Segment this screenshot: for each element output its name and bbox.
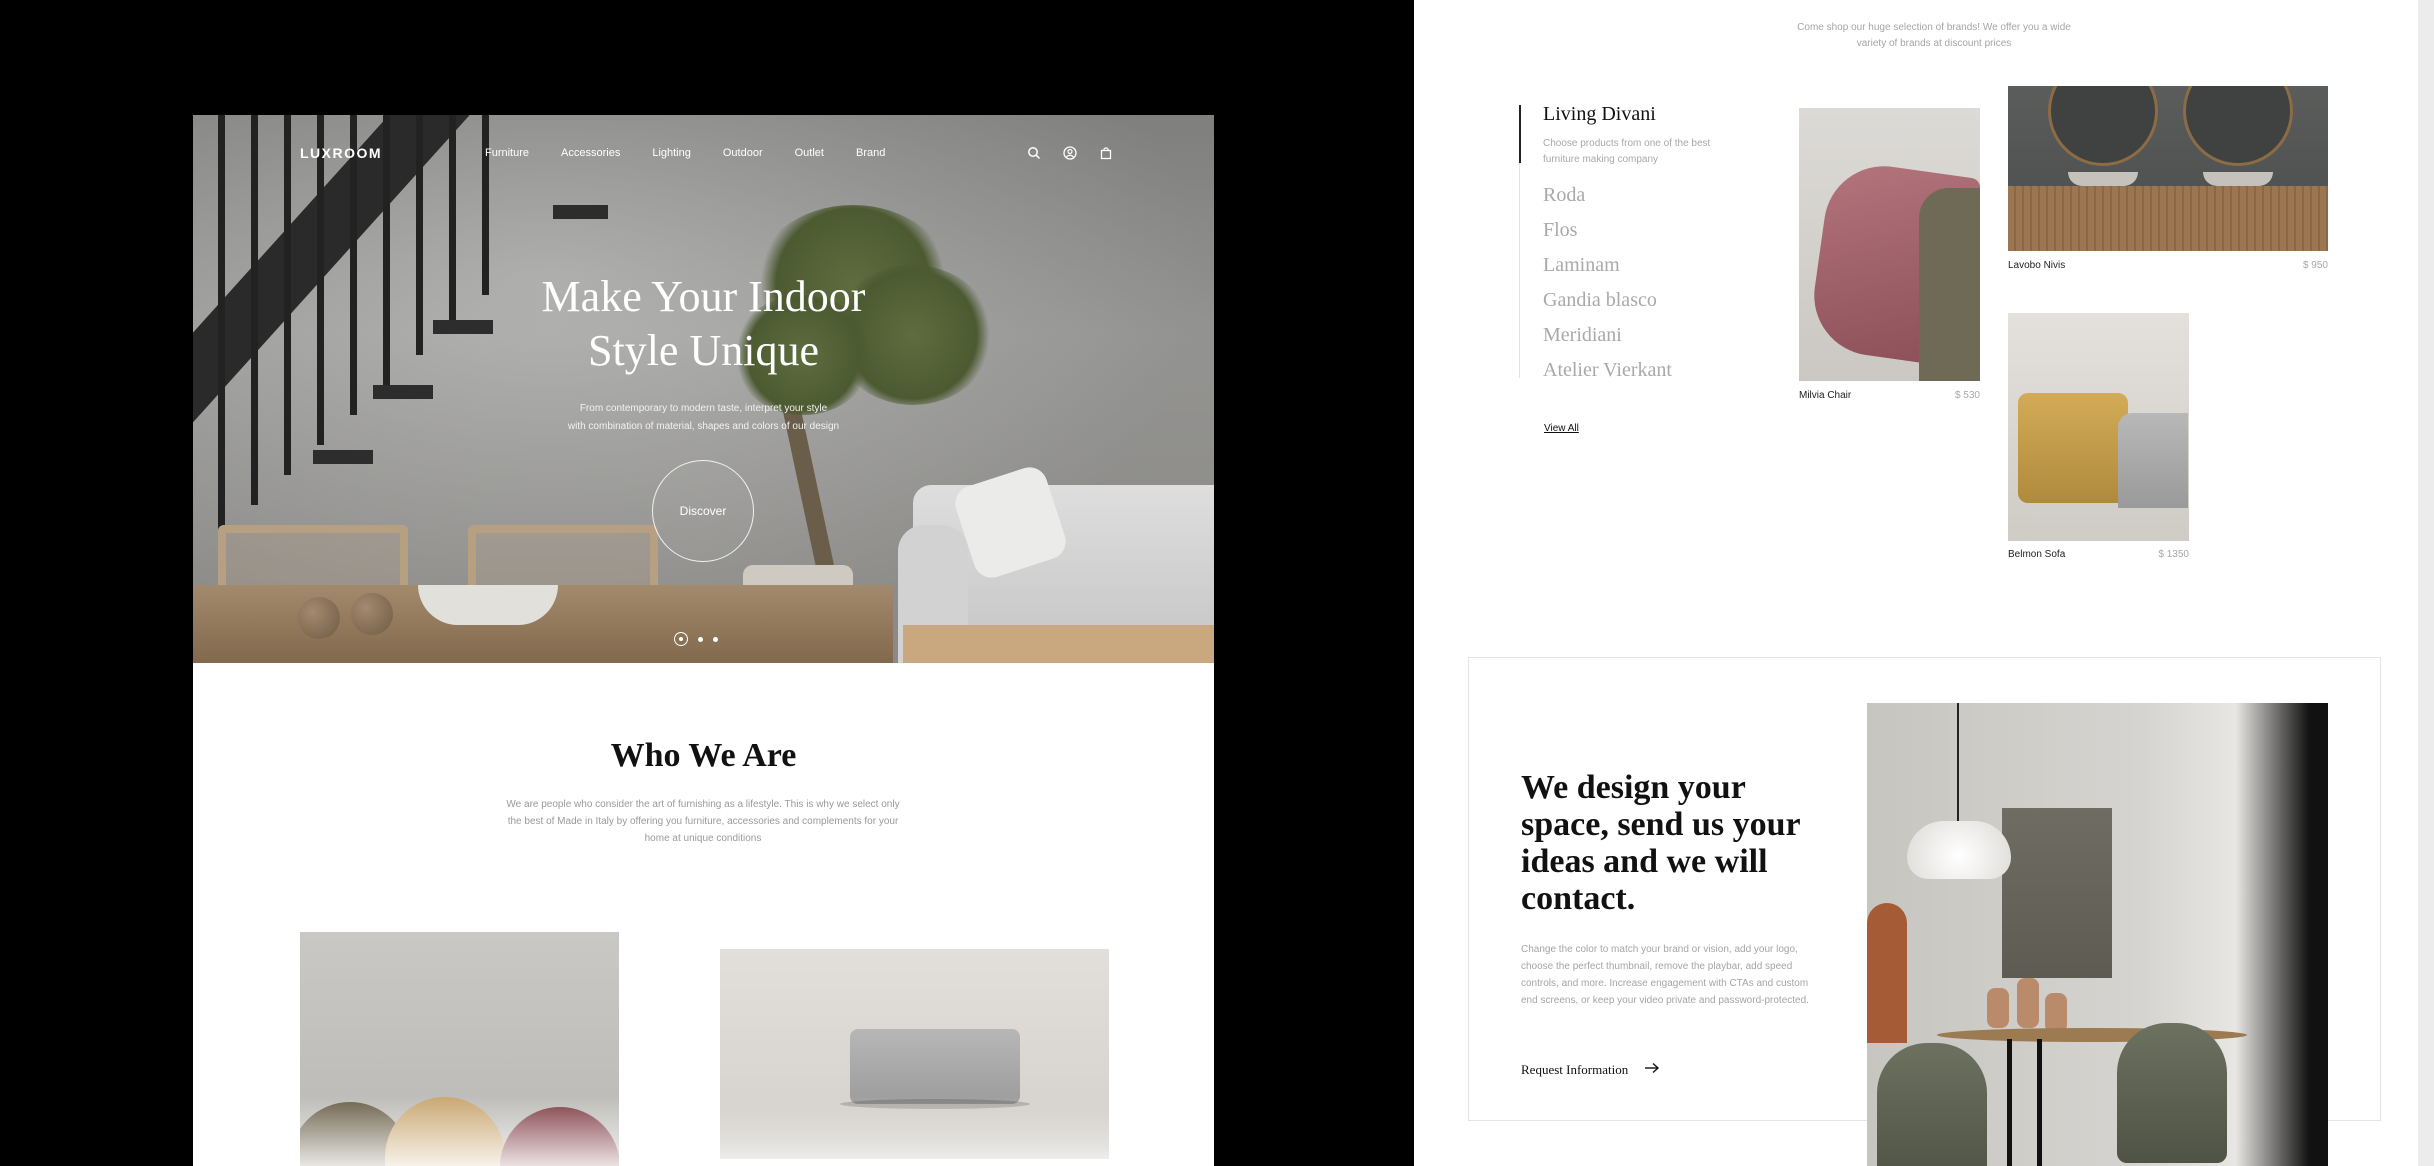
who-we-are-title: Who We Are (610, 737, 797, 774)
brand-logo[interactable]: LUXROOM (300, 145, 382, 161)
brand-item-laminam[interactable]: Laminam (1543, 248, 1672, 283)
decor-ball (298, 597, 340, 639)
search-icon[interactable] (1023, 143, 1045, 163)
decor-ball (351, 593, 393, 635)
mirror-shape (2183, 86, 2293, 166)
dining-chair (2117, 1023, 2227, 1163)
request-information-label: Request Information (1521, 1062, 1629, 1077)
slider-dot-center (679, 637, 683, 641)
window-edge (2418, 0, 2434, 1166)
brand-item-roda[interactable]: Roda (1543, 178, 1672, 213)
dining-room-image (1867, 703, 2328, 1166)
vase (1987, 988, 2009, 1028)
slider-dot-active[interactable] (674, 632, 688, 646)
discover-button[interactable]: Discover (652, 460, 754, 562)
hero-subtitle: From contemporary to modern taste, inter… (193, 400, 1214, 436)
terracotta-panel (1867, 903, 1907, 1043)
nav-link-furniture[interactable]: Furniture (485, 147, 529, 159)
table-leg (2007, 1039, 2012, 1166)
slider-dots (674, 632, 718, 646)
product-image-belmon-sofa[interactable] (2008, 313, 2189, 541)
product-name[interactable]: Milvia Chair (1799, 390, 1851, 401)
hero-title-line1: Make Your Indoor (541, 272, 866, 321)
product-image-lavobo-nivis[interactable] (2008, 86, 2328, 251)
vase (2045, 993, 2067, 1033)
product-price: $ 530 (1954, 390, 1980, 401)
brands-intro-text: Come shop our huge selection of brands! … (1797, 22, 2071, 49)
bottom-fade (193, 1096, 1214, 1166)
nav-link-outlet[interactable]: Outlet (795, 147, 824, 159)
stair-step (553, 205, 608, 219)
mirror-shape (2048, 86, 2158, 166)
nav-link-brand[interactable]: Brand (856, 147, 885, 159)
contact-text: Change the color to match your brand or … (1521, 944, 1809, 1006)
view-all-link[interactable]: View All (1544, 423, 1579, 434)
decor-bowl (418, 585, 558, 625)
product-name[interactable]: Belmon Sofa (2008, 549, 2065, 560)
hero-title-line2: Style Unique (588, 326, 819, 375)
who-we-are-text: We are people who consider the art of fu… (506, 799, 900, 844)
sofa-base (903, 625, 1214, 663)
nav-links: Furniture Accessories Lighting Outdoor O… (485, 147, 917, 159)
product-image-milvia-chair[interactable] (1799, 108, 1980, 381)
hero-section: LUXROOM Furniture Accessories Lighting O… (193, 115, 1214, 663)
slider-dot[interactable] (698, 636, 703, 642)
hero-subtitle-line2: with combination of material, shapes and… (567, 421, 840, 432)
product-price: $ 1350 (2158, 549, 2189, 560)
product-price: $ 950 (2302, 260, 2328, 271)
cabinet-shape (2008, 186, 2328, 251)
chair-back-shape (1919, 188, 1980, 381)
brand-description: Choose products from one of the best fur… (1543, 138, 1711, 165)
brand-list: Roda Flos Laminam Gandia blasco Meridian… (1543, 178, 1672, 388)
brand-item-gandia-blasco[interactable]: Gandia blasco (1543, 283, 1672, 318)
brand-active-indicator (1519, 105, 1521, 163)
landing-page-left: LUXROOM Furniture Accessories Lighting O… (193, 115, 1214, 1166)
stair-step (373, 385, 433, 399)
modular-sofa-shape (850, 1029, 1020, 1104)
hero-title: Make Your Indoor Style Unique (193, 270, 1214, 378)
brand-title[interactable]: Living Divani (1543, 103, 1656, 126)
cart-icon[interactable] (1095, 143, 1117, 163)
armchair-shape (2018, 393, 2128, 503)
ottoman-shape (2118, 413, 2188, 508)
main-nav: LUXROOM Furniture Accessories Lighting O… (193, 115, 1214, 195)
wall-artwork (2002, 808, 2112, 978)
stair-step (313, 450, 373, 464)
user-icon[interactable] (1059, 143, 1081, 163)
contact-title: We design your space, send us your ideas… (1521, 769, 1800, 917)
brand-list-line (1519, 163, 1520, 378)
basin-shape (2203, 172, 2273, 186)
table-leg (2037, 1039, 2042, 1166)
arrow-right-icon (1644, 1062, 1660, 1078)
nav-icons (1023, 143, 1117, 163)
brand-item-flos[interactable]: Flos (1543, 213, 1672, 248)
pendant-lamp (1907, 821, 2011, 879)
slider-dot[interactable] (713, 636, 718, 642)
nav-link-outdoor[interactable]: Outdoor (723, 147, 763, 159)
vase (2017, 978, 2039, 1028)
product-name[interactable]: Lavobo Nivis (2008, 260, 2065, 271)
dining-chair (1877, 1043, 1987, 1166)
nav-link-accessories[interactable]: Accessories (561, 147, 620, 159)
brand-item-meridiani[interactable]: Meridiani (1543, 318, 1672, 353)
brand-item-atelier-vierkant[interactable]: Atelier Vierkant (1543, 353, 1672, 388)
nav-link-lighting[interactable]: Lighting (652, 147, 691, 159)
basin-shape (2068, 172, 2138, 186)
lamp-cord (1957, 703, 1959, 823)
request-information-link[interactable]: Request Information (1521, 1062, 1660, 1078)
hero-subtitle-line1: From contemporary to modern taste, inter… (579, 403, 828, 414)
